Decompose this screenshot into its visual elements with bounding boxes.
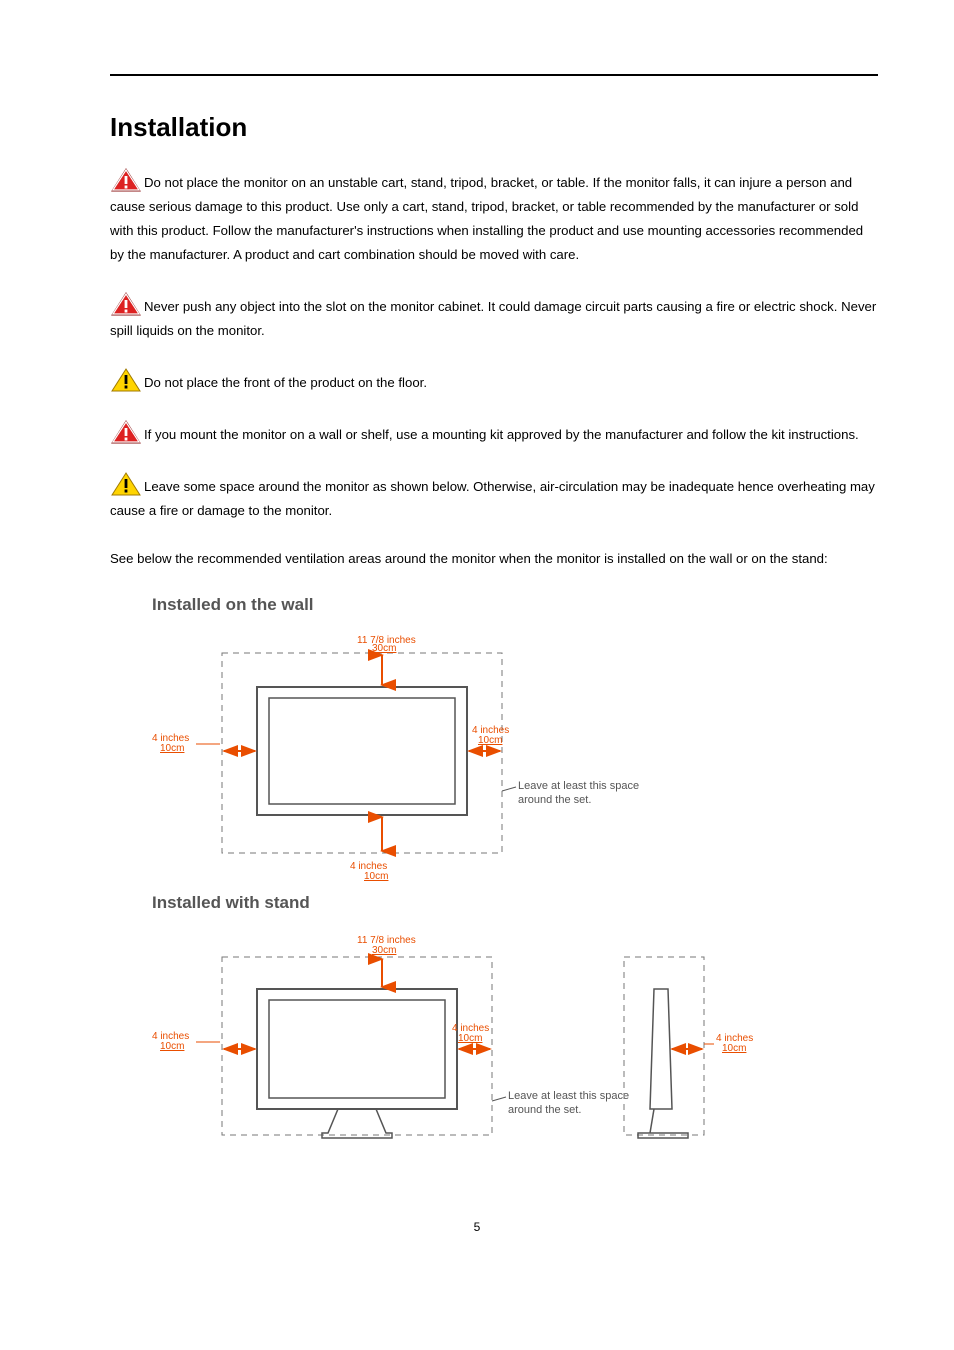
page-number: 5 [0,1220,954,1234]
body-paragraph: See below the recommended ventilation ar… [110,547,878,571]
caution-paragraph: Do not place the front of the product on… [110,367,878,395]
diagram-note: Leave at least this space [518,780,639,792]
warning-red-icon [110,291,142,317]
caution-yellow-icon [110,367,142,393]
diagram-label: 10cm [160,1041,184,1052]
diagram-label: 10cm [722,1043,746,1054]
diagram-label: 30cm [372,945,396,956]
diagram-stand-svg: 11 7/8 inches 30cm 4 inches 10cm 4 inche… [152,923,772,1158]
diagram-label: 10cm [364,871,388,882]
caution-text: Do not place the front of the product on… [144,375,427,390]
warning-text: If you mount the monitor on a wall or sh… [144,427,859,442]
warning-paragraph: Never push any object into the slot on t… [110,291,878,343]
diagram-label: 10cm [458,1033,482,1044]
warning-paragraph: Do not place the monitor on an unstable … [110,167,878,267]
caution-yellow-icon [110,471,142,497]
document-page: Installation Do not place the monitor on… [0,0,954,1350]
header-rule [110,74,878,76]
warning-text: Never push any object into the slot on t… [110,299,876,338]
diagram-note: around the set. [518,794,591,806]
warning-red-icon [110,419,142,445]
diagram-label: 10cm [478,735,502,746]
diagram-label: 10cm [160,743,184,754]
diagram-label: 30cm [372,643,396,654]
diagrams-section: Installed on the wall [152,595,878,1158]
diagram-note: around the set. [508,1104,581,1116]
warning-red-icon [110,167,142,193]
body-text: See below the recommended ventilation ar… [110,551,828,566]
diagram-wall-svg: 11 7/8 inches 30cm 4 inches 10cm 4 inche… [152,625,692,885]
caution-text: Leave some space around the monitor as s… [110,479,875,518]
warning-paragraph: If you mount the monitor on a wall or sh… [110,419,878,447]
warning-text: Do not place the monitor on an unstable … [110,175,863,262]
diagram-note: Leave at least this space [508,1090,629,1102]
caution-paragraph: Leave some space around the monitor as s… [110,471,878,523]
diagram-stand-title: Installed with stand [152,893,878,913]
page-heading: Installation [110,112,878,143]
diagram-wall-title: Installed on the wall [152,595,878,615]
